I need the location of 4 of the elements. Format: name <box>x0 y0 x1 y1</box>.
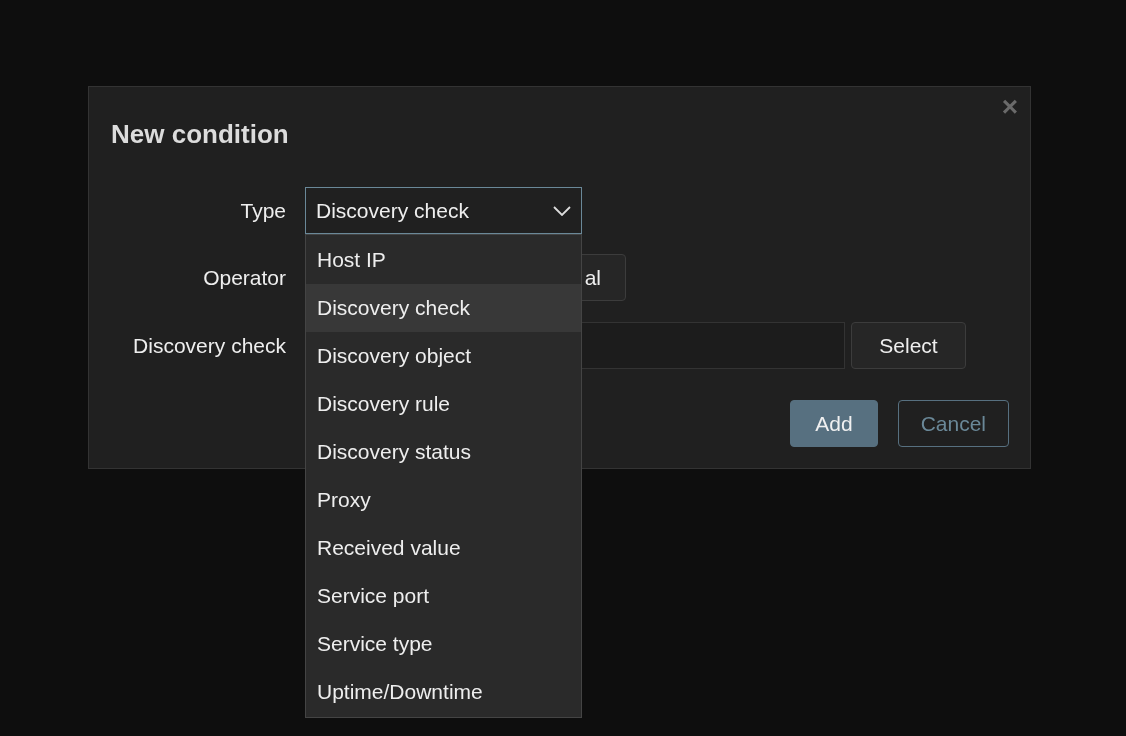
check-label: Discovery check <box>132 332 286 359</box>
dialog-title: New condition <box>111 118 289 151</box>
operator-label: Operator <box>202 264 286 291</box>
type-label: Type <box>239 197 286 224</box>
